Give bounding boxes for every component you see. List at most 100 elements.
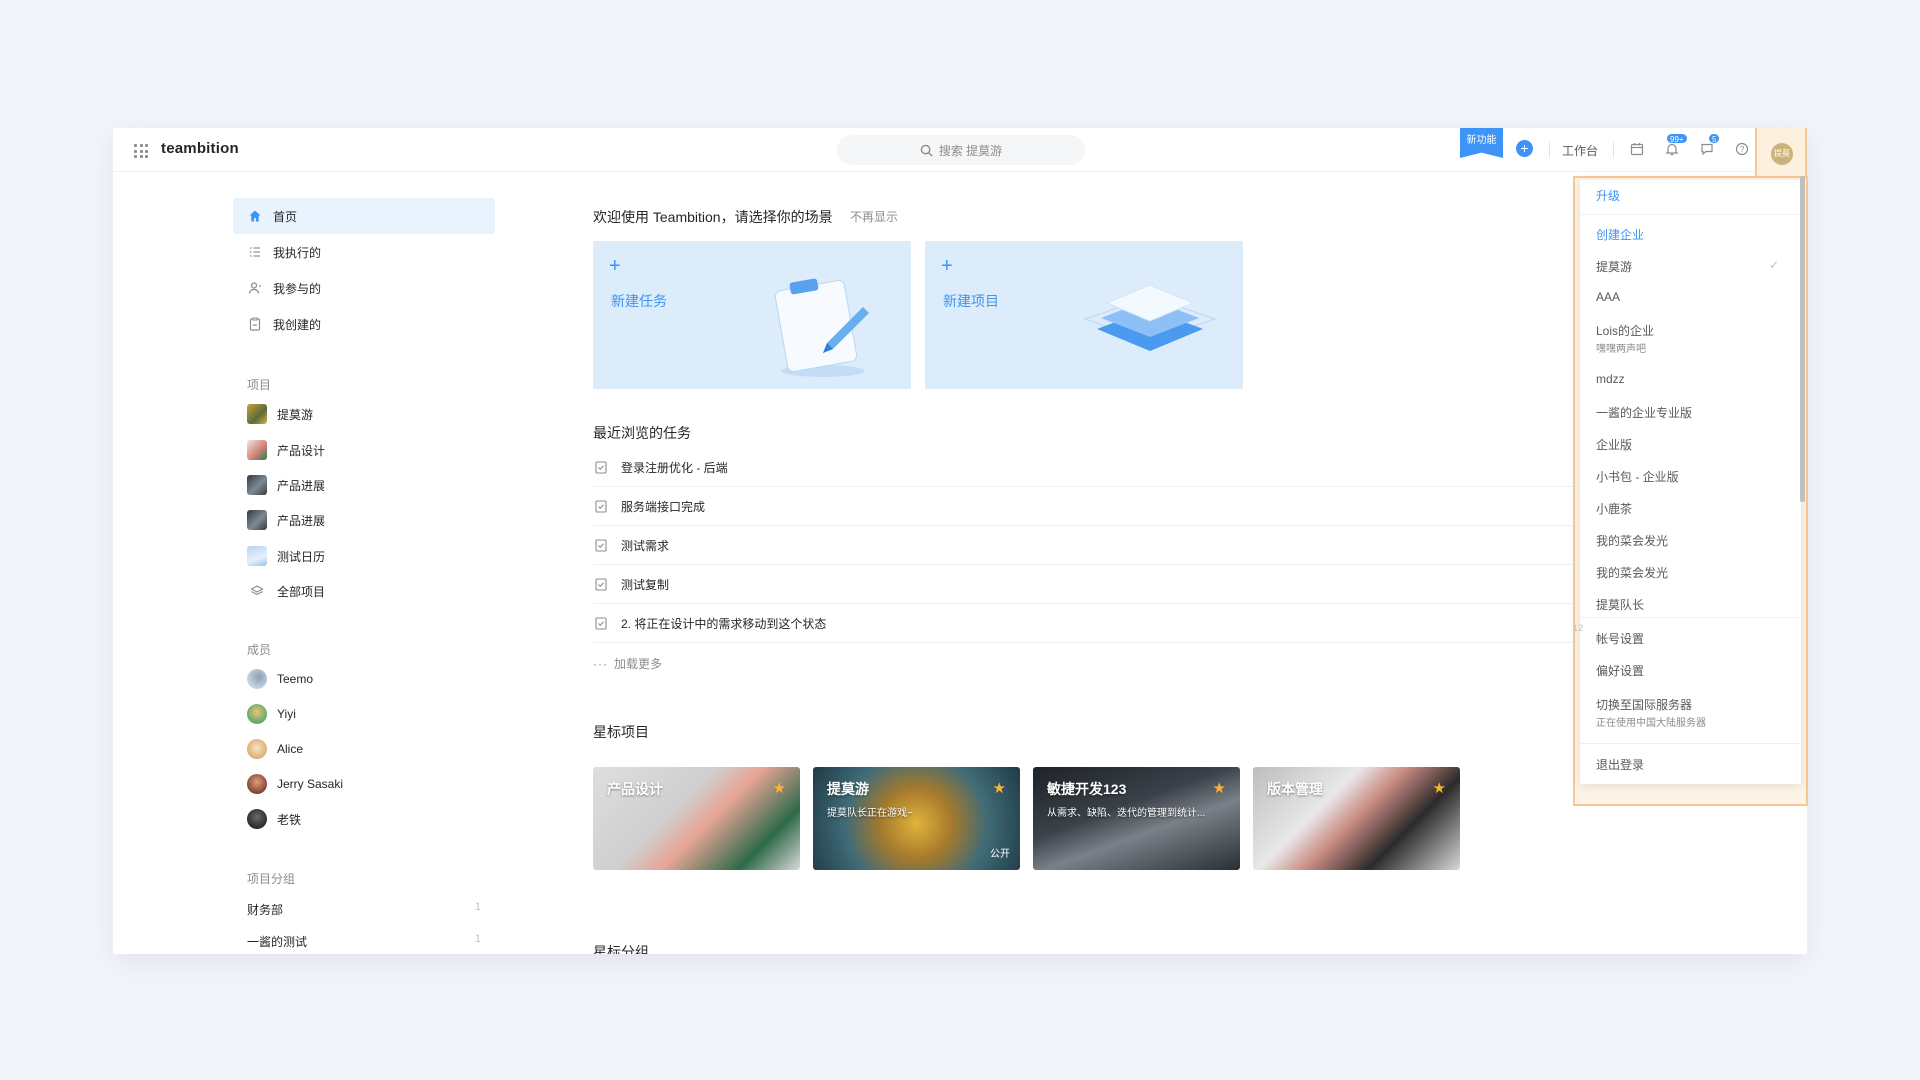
app-logo[interactable]: teambition (161, 140, 239, 157)
menu-divider (1580, 743, 1801, 744)
help-icon[interactable]: ? (1733, 140, 1751, 158)
calendar-icon[interactable] (1628, 140, 1646, 158)
task-row[interactable]: 测试需求 (593, 526, 1693, 565)
notification-count-badge: 99+ (1666, 133, 1688, 144)
notification-bell-icon[interactable]: 99+ (1663, 133, 1688, 158)
menu-scrollbar[interactable] (1800, 176, 1805, 502)
star-icon[interactable]: ★ (1213, 779, 1226, 797)
search-input[interactable]: 搜索 提莫游 (837, 135, 1085, 165)
header-divider (1613, 142, 1614, 158)
members-section-title: 成员 (247, 643, 272, 657)
user-avatar[interactable]: 提莫 (1771, 143, 1793, 165)
member-item[interactable]: Jerry Sasaki (233, 770, 495, 798)
all-projects-item[interactable]: 全部项目 (233, 577, 495, 605)
project-item[interactable]: 产品进展 (233, 471, 495, 499)
org-item[interactable]: 提莫游 (1596, 258, 1632, 275)
starred-project-card[interactable]: 产品设计 ★ (593, 767, 800, 870)
star-icon[interactable]: ★ (1433, 779, 1446, 797)
switch-server-link[interactable]: 切换至国际服务器 (1596, 696, 1692, 713)
messages-icon[interactable]: 5 (1698, 133, 1721, 158)
project-item[interactable]: 测试日历 (233, 542, 495, 570)
task-row[interactable]: 登录注册优化 - 后端 (593, 448, 1693, 487)
org-item[interactable]: AAA (1596, 290, 1620, 304)
starred-project-name: 产品设计 (607, 781, 663, 797)
preferences-link[interactable]: 偏好设置 (1596, 662, 1644, 679)
star-icon[interactable]: ★ (773, 779, 786, 797)
task-row[interactable]: 测试复制 (593, 565, 1693, 604)
nav-my-created[interactable]: 我创建的 (233, 306, 495, 342)
nav-home[interactable]: 首页 (233, 198, 495, 234)
group-count: 1 (474, 933, 481, 945)
task-row[interactable]: 服务端接口完成 (593, 487, 1693, 526)
member-label: Jerry Sasaki (277, 777, 344, 791)
task-row[interactable]: 2. 将正在设计中的需求移动到这个状态 (593, 604, 1693, 643)
dismiss-link[interactable]: 不再显示 (850, 208, 898, 225)
org-item[interactable]: 我的菜会发光 (1596, 532, 1668, 549)
account-settings-link[interactable]: 帐号设置 (1596, 630, 1644, 647)
project-item[interactable]: 产品进展 (233, 506, 495, 534)
project-label: 全部项目 (277, 584, 326, 599)
project-thumbnail (247, 510, 267, 530)
project-thumbnail (247, 440, 267, 460)
org-item[interactable]: 我的菜会发光 (1596, 564, 1668, 581)
member-item[interactable]: Teemo (233, 665, 495, 693)
clipboard-icon (247, 316, 263, 332)
nav-label: 我执行的 (273, 245, 322, 260)
member-label: Teemo (277, 672, 314, 686)
user-menu: 升级 创建企业 提莫游 ✓ AAA Lois的企业 嘿嘿两声吧 mdzz 一酱的… (1580, 180, 1801, 784)
workbench-link[interactable]: 工作台 (1562, 142, 1598, 159)
org-item[interactable]: Lois的企业 (1596, 322, 1654, 339)
org-item[interactable]: 小鹿茶 (1596, 500, 1632, 517)
starred-project-name: 提莫游 (827, 781, 869, 797)
project-group-item[interactable]: 一酱的测试 1 (247, 933, 481, 953)
layers-icon (247, 581, 267, 601)
list-icon (247, 244, 263, 260)
plus-icon: + (941, 255, 953, 277)
switch-server-subtitle: 正在使用中国大陆服务器 (1596, 718, 1706, 729)
task-icon (595, 500, 607, 513)
nav-my-executed[interactable]: 我执行的 (233, 234, 495, 270)
task-title: 测试需求 (621, 538, 670, 553)
avatar-highlight: 提莫 (1755, 128, 1807, 180)
menu-divider (1580, 617, 1801, 618)
member-item[interactable]: 老铁 (233, 805, 495, 833)
org-item[interactable]: 企业版 (1596, 436, 1632, 453)
org-item[interactable]: mdzz (1596, 372, 1625, 386)
new-task-card[interactable]: + 新建任务 (593, 241, 911, 389)
create-org-link[interactable]: 创建企业 (1596, 226, 1644, 243)
starred-project-card[interactable]: 版本管理 ★ (1253, 767, 1460, 870)
clipboard-illustration-icon (774, 278, 869, 377)
group-label: 财务部 (247, 903, 284, 917)
nav-label: 我参与的 (273, 281, 322, 296)
public-label: 公开 (990, 849, 1010, 860)
task-title: 2. 将正在设计中的需求移动到这个状态 (621, 616, 827, 631)
quick-add-button[interactable]: + (1516, 140, 1533, 157)
org-item[interactable]: 提莫队长 (1596, 596, 1644, 613)
project-item[interactable]: 产品设计 (233, 436, 495, 464)
starred-project-card[interactable]: 提莫游 提莫队长正在游戏~ ★ 公开 (813, 767, 1020, 870)
starred-project-card[interactable]: 敏捷开发123 从需求、缺陷、迭代的管理到统计... ★ (1033, 767, 1240, 870)
task-icon (595, 461, 607, 474)
member-item[interactable]: Alice (233, 735, 495, 763)
project-label: 提莫游 (277, 407, 314, 422)
project-item[interactable]: 提莫游 (233, 400, 495, 428)
apps-grid-icon[interactable] (132, 142, 148, 158)
load-more-button[interactable]: ··· 加载更多 (593, 655, 662, 672)
new-feature-badge[interactable]: 新功能 (1460, 128, 1503, 158)
project-group-item[interactable]: 财务部 1 (247, 901, 481, 921)
projects-section-title: 项目 (247, 378, 272, 392)
new-project-card[interactable]: + 新建项目 (925, 241, 1243, 389)
plus-icon: + (609, 255, 621, 277)
logout-link[interactable]: 退出登录 (1596, 756, 1644, 773)
org-item[interactable]: 一酱的企业专业版 (1596, 404, 1692, 421)
star-icon[interactable]: ★ (993, 779, 1006, 797)
row-count-hint: 12 (1573, 623, 1584, 633)
member-item[interactable]: Yiyi (233, 700, 495, 728)
org-item[interactable]: 小书包 - 企业版 (1596, 468, 1679, 485)
starred-project-desc: 提莫队长正在游戏~ (827, 808, 913, 819)
task-icon (595, 578, 607, 591)
starred-project-desc: 从需求、缺陷、迭代的管理到统计... (1047, 808, 1206, 819)
upgrade-link[interactable]: 升级 (1596, 187, 1620, 204)
nav-my-participated[interactable]: 我参与的 (233, 270, 495, 306)
new-task-label: 新建任务 (611, 293, 667, 309)
